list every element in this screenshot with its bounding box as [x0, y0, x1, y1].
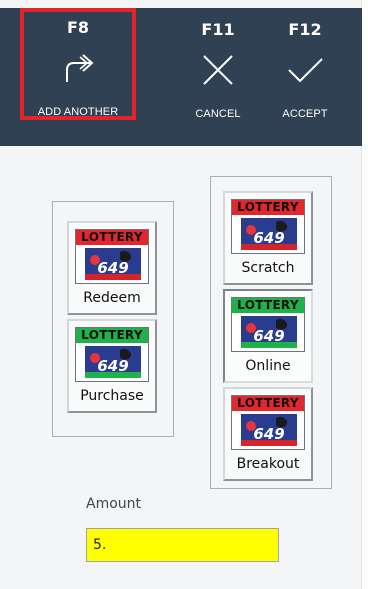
breakout-label: Breakout — [236, 456, 300, 472]
online-label: Online — [245, 358, 291, 374]
lottery-649-logo-icon: 649 — [238, 412, 300, 448]
purchase-button[interactable]: LOTTERY 649 Purchase — [67, 319, 157, 413]
redeem-purchase-group: LOTTERY 649 Redeem LOTTERY 649 Purchase — [52, 201, 174, 437]
purchase-label: Purchase — [80, 388, 144, 404]
add-another-button[interactable]: F8 ADD ANOTHER — [20, 8, 136, 120]
cancel-key: F11 — [201, 20, 235, 39]
cancel-button[interactable]: F11 CANCEL — [178, 8, 258, 146]
logo-band: LOTTERY — [232, 298, 304, 313]
svg-text:649: 649 — [253, 229, 284, 247]
lottery-logo: LOTTERY 649 — [231, 297, 305, 352]
logo-band: LOTTERY — [232, 396, 304, 411]
accept-key: F12 — [288, 20, 322, 39]
scratch-button[interactable]: LOTTERY 649 Scratch — [223, 191, 313, 285]
redeem-label: Redeem — [83, 290, 141, 306]
add-another-key: F8 — [66, 18, 90, 37]
redirect-arrow-icon — [66, 54, 94, 82]
lottery-logo: LOTTERY 649 — [75, 229, 149, 284]
breakout-button[interactable]: LOTTERY 649 Breakout — [223, 387, 313, 481]
amount-label: Amount — [86, 496, 142, 512]
transaction-window: F8 ADD ANOTHER F11 CANCEL F12 ACCEPT LOT… — [0, 0, 362, 589]
scratch-label: Scratch — [241, 260, 295, 276]
svg-text:649: 649 — [97, 357, 128, 375]
svg-text:649: 649 — [97, 259, 128, 277]
lottery-649-logo-icon: 649 — [238, 314, 300, 350]
logo-band: LOTTERY — [232, 200, 304, 215]
x-icon — [203, 55, 233, 85]
svg-text:649: 649 — [253, 425, 284, 443]
svg-text:649: 649 — [253, 327, 284, 345]
lottery-649-logo-icon: 649 — [238, 216, 300, 252]
redeem-button[interactable]: LOTTERY 649 Redeem — [67, 221, 157, 315]
ticket-type-group: LOTTERY 649 Scratch LOTTERY 649 Online L… — [210, 176, 332, 489]
amount-input[interactable] — [86, 528, 279, 562]
logo-band: LOTTERY — [76, 328, 148, 343]
lottery-649-logo-icon: 649 — [82, 246, 144, 282]
lottery-logo: LOTTERY 649 — [231, 199, 305, 254]
checkmark-icon — [288, 58, 323, 83]
lottery-logo: LOTTERY 649 — [75, 327, 149, 382]
lottery-649-logo-icon: 649 — [82, 344, 144, 380]
online-button[interactable]: LOTTERY 649 Online — [223, 289, 313, 383]
logo-band: LOTTERY — [76, 230, 148, 245]
accept-button[interactable]: F12 ACCEPT — [266, 8, 344, 146]
accept-label: ACCEPT — [282, 108, 328, 120]
add-another-label: ADD ANOTHER — [37, 106, 119, 118]
toolbar: F8 ADD ANOTHER F11 CANCEL F12 ACCEPT — [0, 8, 362, 146]
lottery-logo: LOTTERY 649 — [231, 395, 305, 450]
cancel-label: CANCEL — [195, 108, 241, 120]
